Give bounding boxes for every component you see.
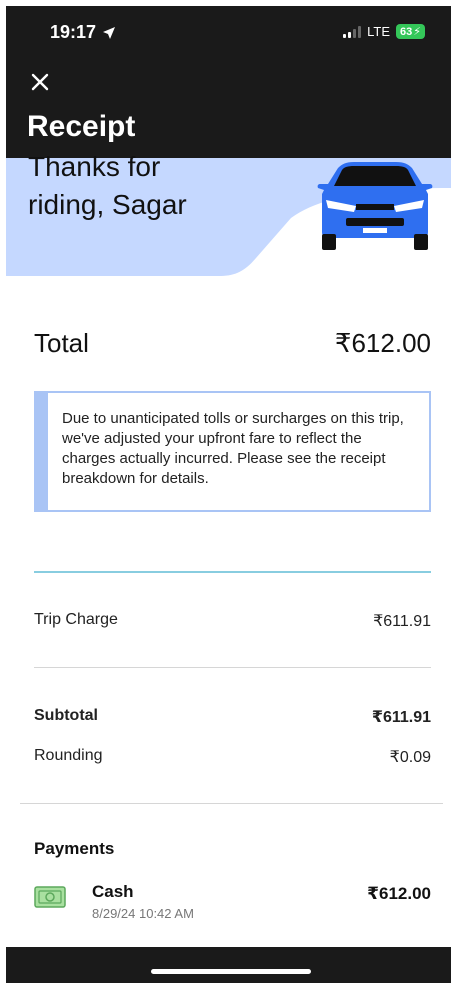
thanks-line-2: riding, Sagar (28, 189, 187, 220)
signal-icon (343, 25, 362, 38)
status-indicators: LTE 63 ⚡ (343, 24, 425, 39)
cash-icon (34, 886, 66, 908)
rounding-label: Rounding (34, 747, 103, 764)
trip-charge-label: Trip Charge (34, 611, 118, 628)
battery-icon: 63 ⚡ (396, 24, 425, 39)
network-type: LTE (367, 24, 391, 39)
subtotal-value: ₹611.91 (371, 709, 431, 726)
total-value: ₹612.00 (334, 328, 431, 358)
payment-method: Cash (92, 882, 134, 901)
receipt-screen: 19:17 LTE 63 ⚡ Receipt Thanks for riding… (6, 6, 451, 983)
subtotal-row: Subtotal ₹611.91 (34, 707, 431, 727)
bottom-bar (6, 947, 451, 983)
close-icon (31, 73, 49, 91)
divider (20, 803, 443, 804)
car-icon (317, 162, 433, 250)
rounding-value: ₹0.09 (389, 749, 431, 766)
thanks-message: Thanks for riding, Sagar (28, 148, 228, 224)
home-indicator[interactable] (151, 969, 311, 974)
close-button[interactable] (26, 68, 54, 96)
top-bar: 19:17 LTE 63 ⚡ Receipt (6, 6, 451, 158)
status-time: 19:17 (50, 22, 116, 43)
battery-level: 63 (400, 25, 413, 38)
payment-datetime: 8/29/24 10:42 AM (92, 906, 194, 921)
location-arrow-icon (103, 26, 116, 39)
page-title: Receipt (27, 110, 136, 143)
payment-amount: ₹612.00 (367, 884, 431, 903)
thanks-line-1: Thanks for (28, 151, 161, 182)
divider (34, 667, 431, 668)
rounding-row: Rounding ₹0.09 (34, 747, 431, 767)
status-time-text: 19:17 (50, 22, 97, 42)
total-row: Total ₹612.00 (34, 328, 431, 359)
fare-adjustment-notice: Due to unanticipated tolls or surcharges… (34, 391, 431, 512)
thanks-banner: Thanks for riding, Sagar (6, 151, 451, 276)
charging-bolt-icon: ⚡ (413, 26, 421, 38)
payments-heading: Payments (34, 839, 115, 858)
total-label: Total (34, 328, 89, 358)
trip-charge-row: Trip Charge ₹611.91 (34, 611, 431, 631)
subtotal-label: Subtotal (34, 707, 98, 724)
section-divider (34, 571, 431, 573)
trip-charge-value: ₹611.91 (373, 613, 431, 630)
